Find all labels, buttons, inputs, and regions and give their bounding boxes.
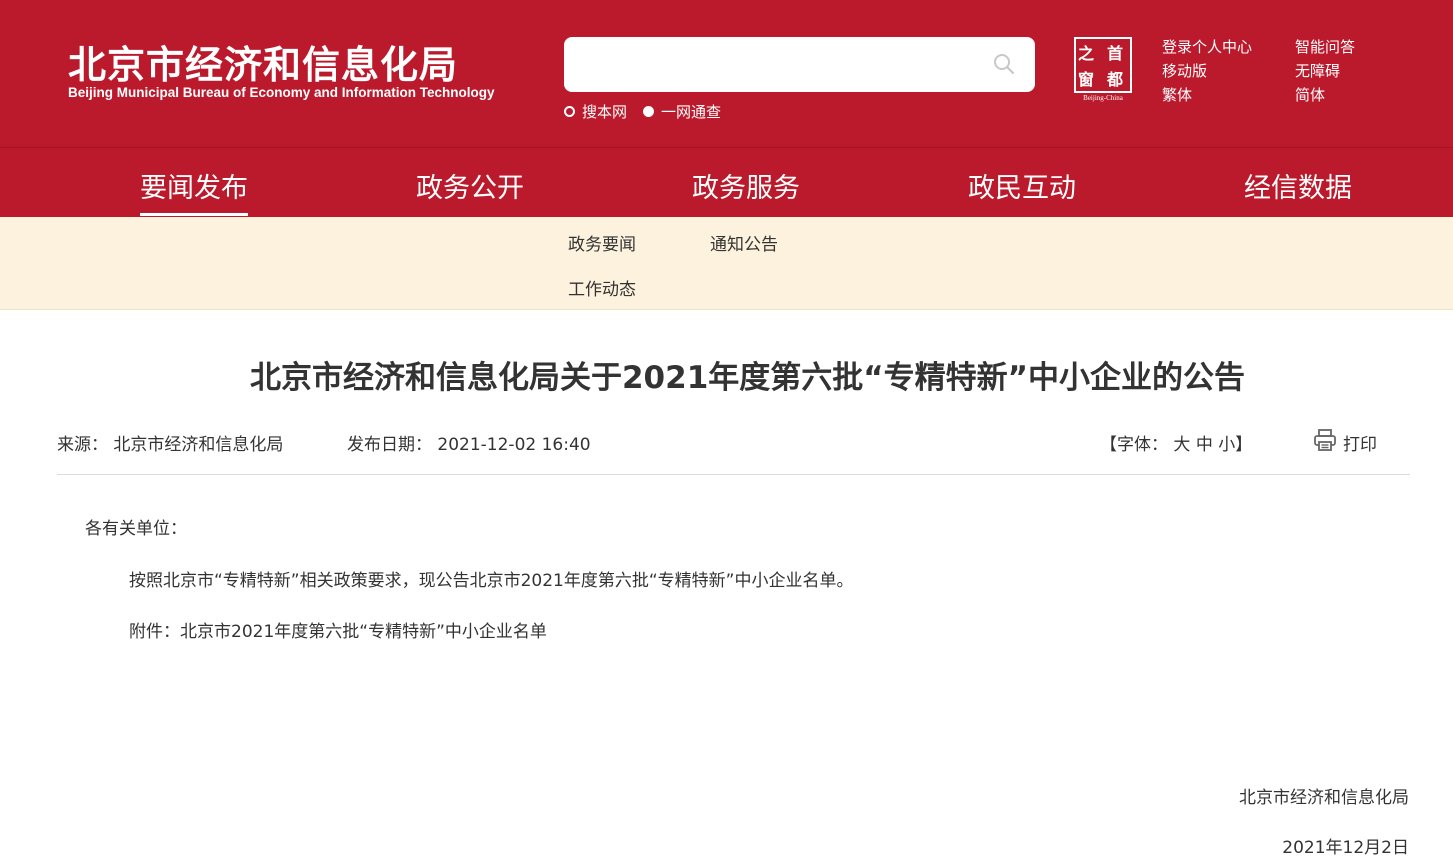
site-logo-en[interactable]: Beijing Municipal Bureau of Economy and …: [68, 85, 495, 100]
sub-nav: 政务要闻 通知公告 工作动态: [0, 217, 1453, 310]
font-size-small[interactable]: 小: [1218, 435, 1235, 455]
mobile-link[interactable]: 移动版: [1162, 59, 1252, 83]
site-header: 北京市经济和信息化局 Beijing Municipal Bureau of E…: [0, 0, 1453, 147]
site-logo-cn[interactable]: 北京市经济和信息化局: [68, 34, 458, 89]
capital-logo-char: 首: [1107, 44, 1124, 63]
article-date: 发布日期： 2021-12-02 16:40: [347, 430, 591, 455]
search-scope-all-label: 一网通查: [661, 103, 722, 121]
font-size-medium[interactable]: 中: [1196, 435, 1213, 455]
nav-item-gov-service[interactable]: 政务服务: [692, 166, 800, 205]
print-button[interactable]: 打印: [1343, 430, 1377, 455]
source-label: 来源：: [57, 435, 108, 455]
article-title: 北京市经济和信息化局关于2021年度第六批“专精特新”中小企业的公告: [249, 360, 1246, 396]
print-icon[interactable]: [1313, 428, 1337, 452]
nav-item-gov-open[interactable]: 政务公开: [416, 166, 524, 205]
subnav-item-gov-news[interactable]: 政务要闻: [568, 230, 636, 255]
capital-logo-subtitle: Beijing-China: [1083, 94, 1123, 102]
article-source: 来源： 北京市经济和信息化局: [57, 430, 283, 455]
subnav-item-work-updates[interactable]: 工作动态: [568, 275, 636, 300]
date-value: 2021-12-02 16:40: [437, 435, 591, 455]
login-link[interactable]: 登录个人中心: [1162, 35, 1252, 59]
nav-item-news[interactable]: 要闻发布: [140, 166, 248, 216]
search-scope-site-label: 搜本网: [582, 103, 628, 121]
top-links-col2: 智能问答 无障碍 简体: [1295, 35, 1355, 107]
top-links-col1: 登录个人中心 移动版 繁体: [1162, 35, 1252, 107]
capital-window-logo[interactable]: 之 首 窗 都 Beijing-China: [1071, 37, 1135, 103]
article-salutation: 各有关单位：: [85, 519, 187, 539]
font-size-selector: 【字体： 大 中 小】: [1100, 430, 1252, 455]
source-value: 北京市经济和信息化局: [113, 435, 284, 455]
nav-item-interaction[interactable]: 政民互动: [968, 166, 1076, 205]
article-sign-date: 2021年12月2日: [1282, 838, 1409, 858]
subnav-item-notices[interactable]: 通知公告: [710, 230, 778, 255]
font-size-large[interactable]: 大: [1173, 435, 1190, 455]
search-scope-site[interactable]: 搜本网: [564, 101, 627, 122]
main-nav: 要闻发布 政务公开 政务服务 政民互动 经信数据: [0, 147, 1453, 217]
nav-item-data[interactable]: 经信数据: [1244, 166, 1352, 205]
simplified-chinese-link[interactable]: 简体: [1295, 83, 1355, 107]
font-size-label: 【字体：: [1100, 435, 1168, 455]
radio-unchecked-icon: [564, 106, 575, 117]
search-icon[interactable]: [993, 53, 1015, 75]
article-paragraph: 按照北京市“专精特新”相关政策要求，现公告北京市2021年度第六批“专精特新”中…: [129, 571, 854, 591]
search-scope-options: 搜本网 一网通查: [564, 101, 737, 122]
article-signature: 北京市经济和信息化局: [1239, 788, 1409, 808]
font-size-close: 】: [1235, 435, 1253, 455]
capital-logo-char: 窗: [1078, 70, 1095, 89]
capital-logo-char: 都: [1107, 70, 1124, 89]
traditional-chinese-link[interactable]: 繁体: [1162, 83, 1252, 107]
smart-qa-link[interactable]: 智能问答: [1295, 35, 1355, 59]
search-scope-all[interactable]: 一网通查: [643, 101, 721, 122]
accessibility-link[interactable]: 无障碍: [1295, 59, 1355, 83]
capital-logo-char: 之: [1078, 44, 1095, 63]
date-label: 发布日期：: [347, 435, 432, 455]
radio-checked-icon: [643, 106, 655, 117]
article-attachment-link[interactable]: 附件：北京市2021年度第六批“专精特新”中小企业名单: [129, 617, 547, 642]
meta-divider: [57, 474, 1410, 475]
search-input[interactable]: [564, 37, 1035, 92]
